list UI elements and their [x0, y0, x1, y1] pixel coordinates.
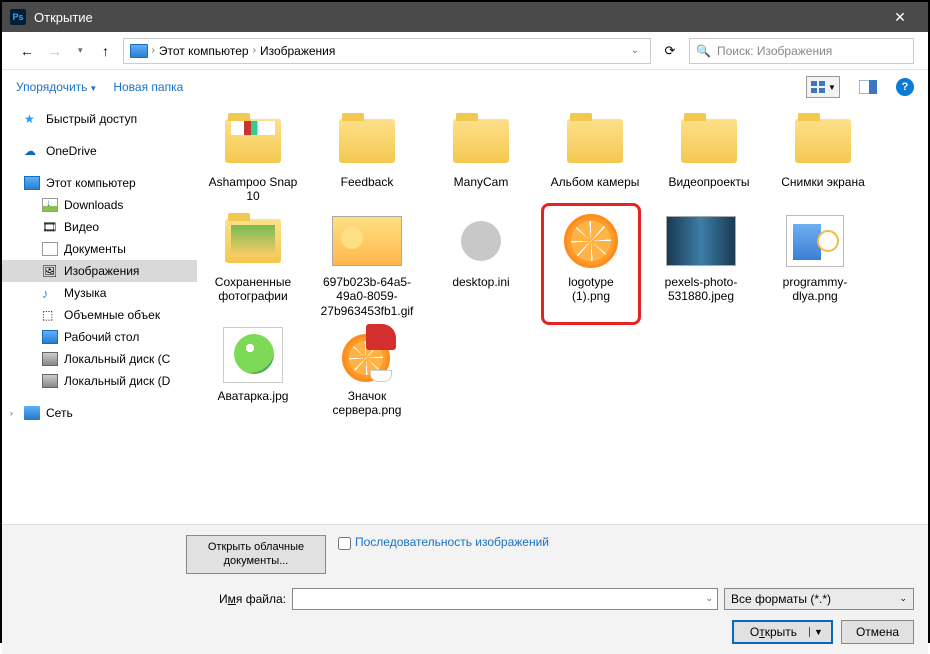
- history-dropdown-icon[interactable]: ▾: [78, 45, 83, 56]
- preview-pane-button[interactable]: [856, 76, 880, 98]
- path-root[interactable]: Этот компьютер: [159, 44, 249, 58]
- file-item-highlighted[interactable]: logotype (1).png: [541, 203, 641, 325]
- newfolder-button[interactable]: Новая папка: [113, 80, 183, 94]
- sidebar-volumes[interactable]: ⬚Объемные объек: [2, 304, 197, 326]
- search-icon: 🔍: [696, 44, 711, 58]
- titlebar: Ps Открытие ✕: [2, 2, 928, 32]
- images-icon: 🖼: [42, 264, 58, 278]
- file-grid[interactable]: Ashampoo Snap 10 Feedback ManyCam Альбом…: [197, 104, 928, 524]
- sidebar: ★Быстрый доступ ☁OneDrive Этот компьютер…: [2, 104, 197, 524]
- document-icon: [42, 242, 58, 256]
- close-icon[interactable]: ✕: [880, 2, 920, 32]
- cancel-button[interactable]: Отмена: [841, 620, 914, 644]
- sidebar-documents[interactable]: Документы: [2, 238, 197, 260]
- cloud-icon: ☁: [24, 144, 40, 158]
- network-icon: [24, 406, 40, 420]
- sidebar-onedrive[interactable]: ☁OneDrive: [2, 140, 197, 162]
- sidebar-quick-access[interactable]: ★Быстрый доступ: [2, 108, 197, 130]
- filename-label: Имя файла:: [16, 592, 286, 606]
- bottom-panel: Открыть облачные документы... Последоват…: [2, 524, 928, 654]
- window-title: Открытие: [34, 10, 880, 25]
- folder-item[interactable]: Ashampoo Snap 10: [203, 110, 303, 204]
- file-item[interactable]: Аватарка.jpg: [203, 324, 303, 418]
- sequence-checkbox[interactable]: Последовательность изображений: [338, 535, 549, 550]
- chevron-right-icon[interactable]: ›: [10, 408, 13, 418]
- orange-icon: [564, 214, 618, 268]
- forward-icon: →: [44, 40, 66, 62]
- file-item[interactable]: programmy-dlya.png: [765, 210, 865, 318]
- back-icon[interactable]: ←: [16, 40, 38, 62]
- path-folder[interactable]: Изображения: [260, 44, 335, 58]
- folder-item[interactable]: Feedback: [317, 110, 417, 204]
- folder-item[interactable]: ManyCam: [431, 110, 531, 204]
- folder-item[interactable]: Альбом камеры: [545, 110, 645, 204]
- format-select[interactable]: Все форматы (*.*)⌄: [724, 588, 914, 610]
- search-placeholder: Поиск: Изображения: [717, 44, 832, 58]
- open-split-icon[interactable]: ▼: [809, 627, 827, 637]
- desktop-icon: [42, 330, 58, 344]
- view-mode-button[interactable]: ▼: [806, 76, 840, 98]
- navbar: ← → ▾ ↑ › Этот компьютер › Изображения ⌄…: [2, 32, 928, 70]
- chevron-down-icon[interactable]: ⌄: [626, 45, 644, 56]
- open-cloud-button[interactable]: Открыть облачные документы...: [186, 535, 326, 574]
- video-icon: 🎞: [42, 220, 58, 234]
- toolbar: Упорядочить▼ Новая папка ▼ ?: [2, 70, 928, 104]
- sidebar-music[interactable]: ♪Музыка: [2, 282, 197, 304]
- sidebar-drive-c[interactable]: Локальный диск (C: [2, 348, 197, 370]
- open-button[interactable]: Открыть▼: [732, 620, 833, 644]
- pc-icon: [24, 176, 40, 190]
- up-icon[interactable]: ↑: [95, 40, 117, 62]
- view-icon: [810, 80, 826, 94]
- file-item[interactable]: Значок сервера.png: [317, 324, 417, 418]
- cube-icon: ⬚: [42, 308, 58, 322]
- chevron-down-icon[interactable]: ⌄: [705, 593, 713, 604]
- sidebar-downloads[interactable]: Downloads: [2, 194, 197, 216]
- file-item[interactable]: desktop.ini: [431, 210, 531, 318]
- sidebar-desktop[interactable]: Рабочий стол: [2, 326, 197, 348]
- drive-icon: [42, 374, 58, 388]
- music-icon: ♪: [42, 286, 58, 300]
- download-icon: [42, 198, 58, 212]
- filename-input[interactable]: ⌄: [292, 588, 718, 610]
- folder-item[interactable]: Видеопроекты: [659, 110, 759, 204]
- checkbox-input[interactable]: [338, 537, 351, 550]
- preview-icon: [859, 80, 877, 94]
- sidebar-network[interactable]: ›Сеть: [2, 402, 197, 424]
- gear-icon: [461, 221, 501, 261]
- drive-icon: [42, 352, 58, 366]
- breadcrumb[interactable]: › Этот компьютер › Изображения ⌄: [123, 38, 651, 64]
- organize-button[interactable]: Упорядочить▼: [16, 80, 97, 94]
- pc-icon: [130, 44, 148, 58]
- folder-item[interactable]: Снимки экрана: [773, 110, 873, 204]
- refresh-icon[interactable]: ⟳: [657, 38, 683, 64]
- sidebar-videos[interactable]: 🎞Видео: [2, 216, 197, 238]
- sidebar-images[interactable]: 🖼Изображения: [2, 260, 197, 282]
- file-item[interactable]: pexels-photo-531880.jpeg: [651, 210, 751, 318]
- file-item[interactable]: 697b023b-64a5-49a0-8059-27b963453fb1.gif: [317, 210, 417, 318]
- chevron-right-icon: ›: [253, 45, 256, 56]
- sidebar-drive-d[interactable]: Локальный диск (D: [2, 370, 197, 392]
- sidebar-thispc[interactable]: Этот компьютер: [2, 172, 197, 194]
- photoshop-icon: Ps: [10, 9, 26, 25]
- star-icon: ★: [24, 112, 40, 126]
- folder-item[interactable]: Сохраненные фотографии: [203, 210, 303, 318]
- help-icon[interactable]: ?: [896, 78, 914, 96]
- chevron-right-icon: ›: [152, 45, 155, 56]
- search-input[interactable]: 🔍 Поиск: Изображения: [689, 38, 914, 64]
